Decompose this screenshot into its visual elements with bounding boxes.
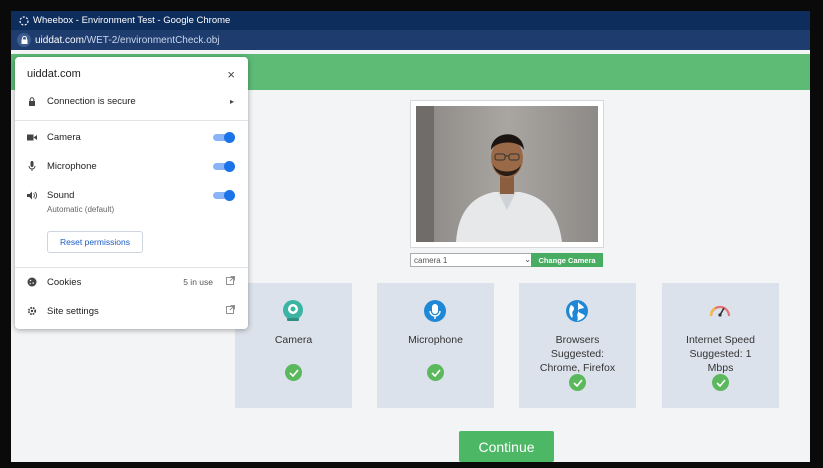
camera-toggle[interactable] xyxy=(213,132,235,143)
permission-sound: Sound xyxy=(15,187,248,203)
cookies-row[interactable]: Cookies 5 in use xyxy=(15,274,248,290)
permission-camera: Camera xyxy=(15,129,248,145)
cookies-count: 5 in use xyxy=(183,277,213,287)
url-host: uiddat.com xyxy=(35,34,84,46)
check-card-camera: Camera xyxy=(235,283,352,408)
camera-select-value: camera 1 xyxy=(414,255,448,265)
check-card-browser: Browsers Suggested: Chrome, Firefox xyxy=(519,283,636,408)
globe-icon xyxy=(565,299,589,323)
speaker-icon xyxy=(27,190,37,200)
connection-secure-row[interactable]: Connection is secure ▸ xyxy=(15,93,248,109)
check-label: Camera xyxy=(274,334,313,346)
chevron-right-icon: ▸ xyxy=(229,96,234,106)
url-path: /WET-2/environmentCheck.obj xyxy=(83,34,220,46)
check-card-microphone: Microphone xyxy=(377,283,494,408)
microphone-toggle[interactable] xyxy=(213,161,235,172)
webcam-icon xyxy=(281,299,305,323)
address-bar[interactable]: uiddat.com /WET-2/environmentCheck.obj xyxy=(11,30,810,50)
sound-toggle[interactable] xyxy=(213,190,235,201)
microphone-icon xyxy=(423,299,447,323)
cookies-label: Cookies xyxy=(47,276,82,288)
check-label: Browsers Suggested: Chrome, Firefox xyxy=(539,334,616,374)
check-card-internet-speed: Internet Speed Suggested: 1 Mbps xyxy=(662,283,779,408)
check-label: Microphone xyxy=(408,334,463,346)
site-info-button[interactable] xyxy=(17,33,31,47)
loading-icon xyxy=(19,15,29,26)
check-icon xyxy=(712,374,729,391)
window-title: Wheebox - Environment Test - Google Chro… xyxy=(33,15,231,26)
sound-sublabel: Automatic (default) xyxy=(47,205,115,214)
camera-video-feed xyxy=(416,106,598,242)
camera-select[interactable]: camera 1 ⌄ xyxy=(410,253,535,267)
divider xyxy=(15,267,248,268)
microphone-icon xyxy=(27,161,37,171)
permission-label: Sound xyxy=(47,189,75,201)
chevron-down-icon: ⌄ xyxy=(524,255,531,264)
check-icon xyxy=(569,374,586,391)
site-settings-row[interactable]: Site settings xyxy=(15,303,248,319)
speedometer-icon xyxy=(708,299,732,323)
cookie-icon xyxy=(27,277,37,287)
lock-icon xyxy=(27,96,37,106)
change-camera-button[interactable]: Change Camera xyxy=(531,253,603,267)
permission-label: Camera xyxy=(47,131,81,143)
open-external-icon xyxy=(226,276,235,288)
reset-permissions-button[interactable]: Reset permissions xyxy=(47,231,143,253)
popup-domain: uiddat.com xyxy=(27,68,81,80)
check-label: Internet Speed Suggested: 1 Mbps xyxy=(686,334,755,374)
gear-icon xyxy=(27,306,37,316)
close-icon[interactable]: × xyxy=(227,67,235,82)
check-icon xyxy=(427,364,444,381)
open-external-icon xyxy=(226,305,235,317)
site-settings-label: Site settings xyxy=(47,305,99,317)
camera-icon xyxy=(27,132,37,142)
permission-label: Microphone xyxy=(47,160,97,172)
check-icon xyxy=(285,364,302,381)
continue-button[interactable]: Continue xyxy=(459,431,554,462)
site-info-popup: uiddat.com × Connection is secure ▸ Came… xyxy=(15,57,248,329)
permission-microphone: Microphone xyxy=(15,158,248,174)
lock-icon xyxy=(21,36,27,44)
divider xyxy=(15,120,248,121)
camera-preview xyxy=(410,100,604,248)
connection-label: Connection is secure xyxy=(47,95,136,107)
window-titlebar: Wheebox - Environment Test - Google Chro… xyxy=(11,11,810,30)
